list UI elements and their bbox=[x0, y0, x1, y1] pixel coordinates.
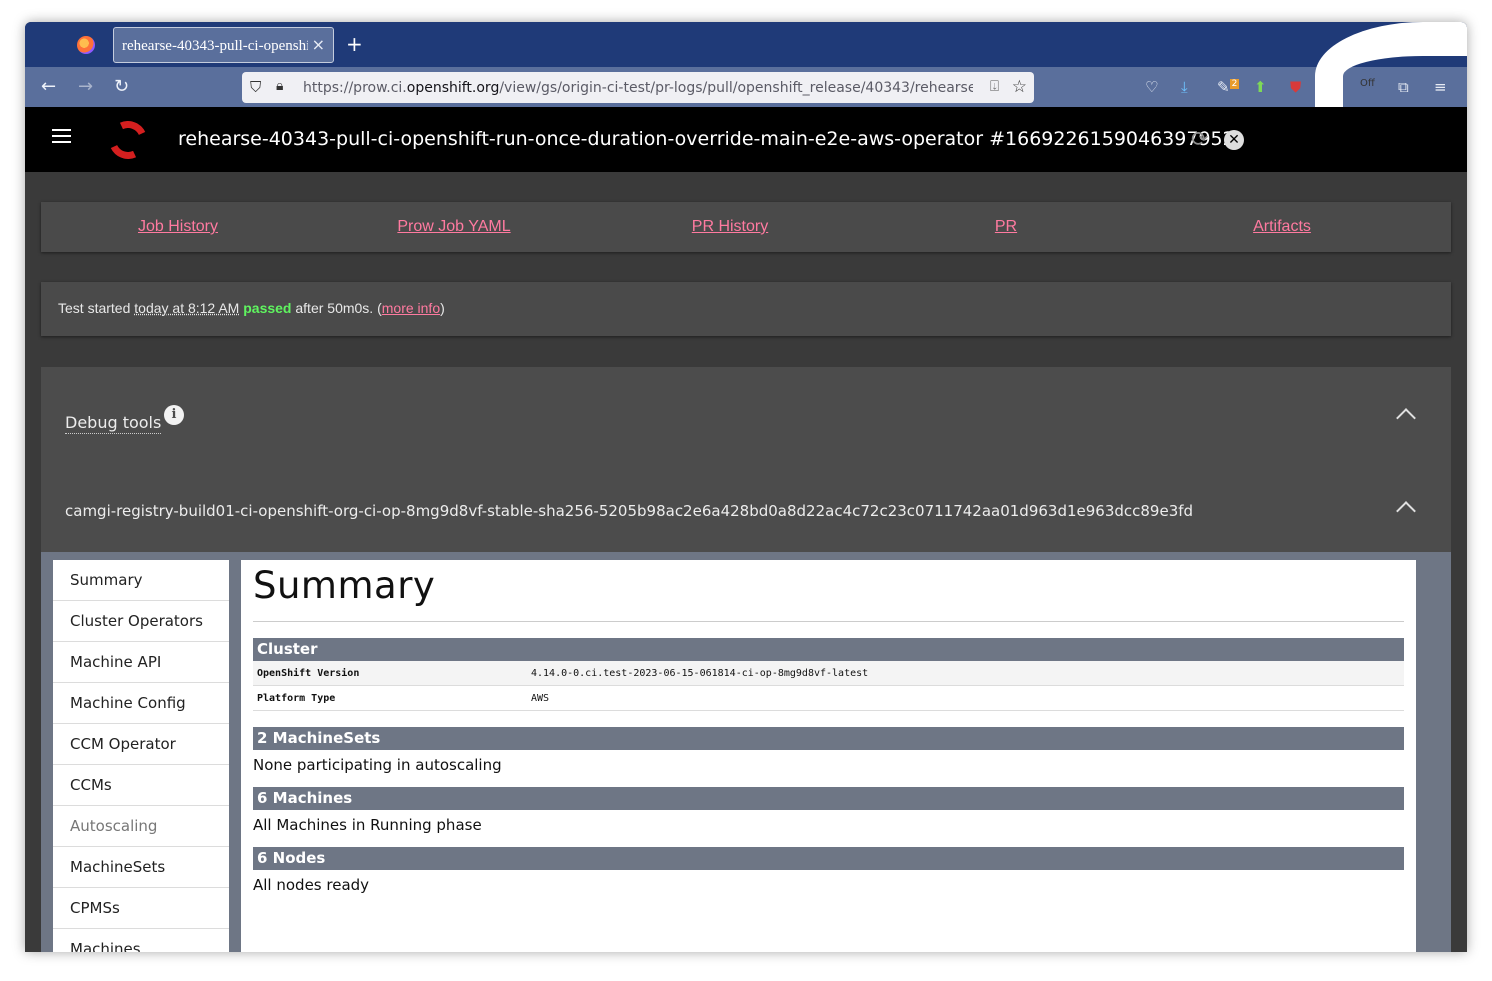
browser-tab[interactable]: rehearse-40343-pull-ci-openshift-run-onc… bbox=[113, 27, 334, 63]
debug-tools-title[interactable]: Debug tools bbox=[65, 413, 162, 434]
new-tab-button[interactable]: + bbox=[346, 32, 363, 56]
close-circle-icon[interactable]: ✕ bbox=[1224, 130, 1244, 150]
machines-text: All Machines in Running phase bbox=[253, 816, 482, 834]
tab-title: rehearse-40343-pull-ci-openshift-run-onc… bbox=[122, 38, 308, 54]
artifact-name[interactable]: camgi-registry-build01-ci-openshift-org-… bbox=[65, 502, 1193, 520]
ublock-icon[interactable]: ⛊ bbox=[1290, 78, 1301, 96]
lock-icon[interactable]: 🔒︎ bbox=[276, 78, 283, 94]
firefox-logo-icon[interactable] bbox=[77, 36, 95, 54]
more-info-link[interactable]: more info bbox=[382, 300, 440, 316]
page-content: Job History Prow Job YAML PR History PR … bbox=[25, 172, 1467, 952]
shield-icon[interactable]: ⛉ bbox=[250, 78, 261, 96]
addon-arrow-icon[interactable]: ⬆ bbox=[1254, 78, 1267, 96]
openshift-version-key: OpenShift Version bbox=[257, 668, 360, 679]
status-prefix: Test started bbox=[58, 300, 131, 316]
sidebar-item-ccm-operator[interactable]: CCM Operator bbox=[53, 724, 229, 765]
prow-job-yaml-link[interactable]: Prow Job YAML bbox=[397, 218, 510, 236]
url-host-domain: openshift.org bbox=[406, 80, 500, 96]
menu-icon[interactable] bbox=[52, 129, 71, 143]
platform-type-value: AWS bbox=[531, 693, 550, 704]
summary-panel: Summary Cluster OpenShift Version 4.14.0… bbox=[241, 560, 1416, 952]
summary-title: Summary bbox=[253, 564, 1404, 622]
cluster-heading: Cluster bbox=[253, 638, 1404, 661]
url-bar[interactable]: ⛉ 🔒︎ https://prow.ci.openshift.org/view/… bbox=[242, 72, 1034, 103]
pocket-icon[interactable]: ♡ bbox=[1145, 78, 1158, 96]
info-icon[interactable]: i bbox=[164, 405, 184, 425]
table-row: OpenShift Version 4.14.0-0.ci.test-2023-… bbox=[253, 661, 1404, 686]
tab-strip: rehearse-40343-pull-ci-openshift-run-onc… bbox=[25, 22, 1467, 67]
job-links-card: Job History Prow Job YAML PR History PR … bbox=[41, 202, 1451, 252]
page-action-icon[interactable]: ⍗ bbox=[990, 77, 999, 95]
status-duration: after 50m0s. ( bbox=[295, 300, 382, 316]
job-title: rehearse-40343-pull-ci-openshift-run-onc… bbox=[178, 128, 1235, 150]
report-sidebar: Summary Cluster Operators Machine API Ma… bbox=[53, 560, 229, 952]
app-header: rehearse-40343-pull-ci-openshift-run-onc… bbox=[25, 107, 1467, 172]
sidebar-item-machine-config[interactable]: Machine Config bbox=[53, 683, 229, 724]
machinesets-heading: 2 MachineSets bbox=[253, 727, 1404, 750]
openshift-logo-icon bbox=[103, 115, 153, 165]
job-history-link[interactable]: Job History bbox=[138, 218, 218, 236]
sidebar-item-autoscaling[interactable]: Autoscaling bbox=[53, 806, 229, 847]
openshift-version-value: 4.14.0-0.ci.test-2023-06-15-061814-ci-op… bbox=[531, 668, 869, 679]
refresh-icon[interactable]: ⟳ bbox=[1191, 127, 1209, 151]
sidebar-item-machine-api[interactable]: Machine API bbox=[53, 642, 229, 683]
camgi-report: Summary Cluster Operators Machine API Ma… bbox=[41, 552, 1451, 952]
url-text[interactable]: https://prow.ci.openshift.org/view/gs/or… bbox=[303, 80, 973, 96]
pr-link[interactable]: PR bbox=[995, 218, 1017, 236]
tab-close-icon[interactable]: × bbox=[312, 35, 325, 54]
collapse-chevron-icon[interactable] bbox=[1396, 408, 1416, 428]
extension-badge-count: 2 bbox=[1229, 79, 1240, 89]
extension-badge-icon[interactable]: ✎ 2 bbox=[1217, 78, 1240, 96]
nodes-heading: 6 Nodes bbox=[253, 847, 1404, 870]
artifacts-link[interactable]: Artifacts bbox=[1253, 218, 1311, 236]
sidebar-item-summary[interactable]: Summary bbox=[53, 560, 229, 601]
machinesets-text: None participating in autoscaling bbox=[253, 756, 502, 774]
platform-type-key: Platform Type bbox=[257, 693, 336, 704]
table-row: Platform Type AWS bbox=[253, 686, 1404, 711]
bookmark-star-icon[interactable]: ☆ bbox=[1012, 77, 1027, 97]
status-time: today at 8:12 AM bbox=[134, 300, 240, 316]
nodes-text: All nodes ready bbox=[253, 876, 370, 894]
sidebar-item-ccms[interactable]: CCMs bbox=[53, 765, 229, 806]
debug-tools-panel: Debug tools i camgi-registry-build01-ci-… bbox=[41, 367, 1451, 952]
status-card: Test started today at 8:12 AM passed aft… bbox=[41, 282, 1451, 336]
sidebar-item-cluster-operators[interactable]: Cluster Operators bbox=[53, 601, 229, 642]
status-line: Test started today at 8:12 AM passed aft… bbox=[58, 300, 445, 316]
status-close-paren: ) bbox=[440, 300, 445, 316]
back-arrow-icon[interactable]: ← bbox=[41, 76, 56, 97]
url-host-prefix: https://prow.ci. bbox=[303, 80, 407, 96]
sidebar-item-machines[interactable]: Machines bbox=[53, 929, 229, 952]
sidebar-item-machinesets[interactable]: MachineSets bbox=[53, 847, 229, 888]
pr-history-link[interactable]: PR History bbox=[692, 218, 768, 236]
reload-icon[interactable]: ↻ bbox=[114, 76, 129, 97]
downloads-icon[interactable]: ⤓ bbox=[1181, 78, 1188, 96]
machines-heading: 6 Machines bbox=[253, 787, 1404, 810]
artifact-collapse-chevron-icon[interactable] bbox=[1396, 501, 1416, 521]
navigation-bar: ← → ↻ ⛉ 🔒︎ https://prow.ci.openshift.org… bbox=[25, 67, 1467, 107]
forward-arrow-icon[interactable]: → bbox=[78, 76, 93, 97]
status-result: passed bbox=[243, 300, 292, 316]
url-path: /view/gs/origin-ci-test/pr-logs/pull/ope… bbox=[499, 80, 973, 96]
sidebar-item-cpmss[interactable]: CPMSs bbox=[53, 888, 229, 929]
browser-window: rehearse-40343-pull-ci-openshift-run-onc… bbox=[25, 22, 1467, 952]
